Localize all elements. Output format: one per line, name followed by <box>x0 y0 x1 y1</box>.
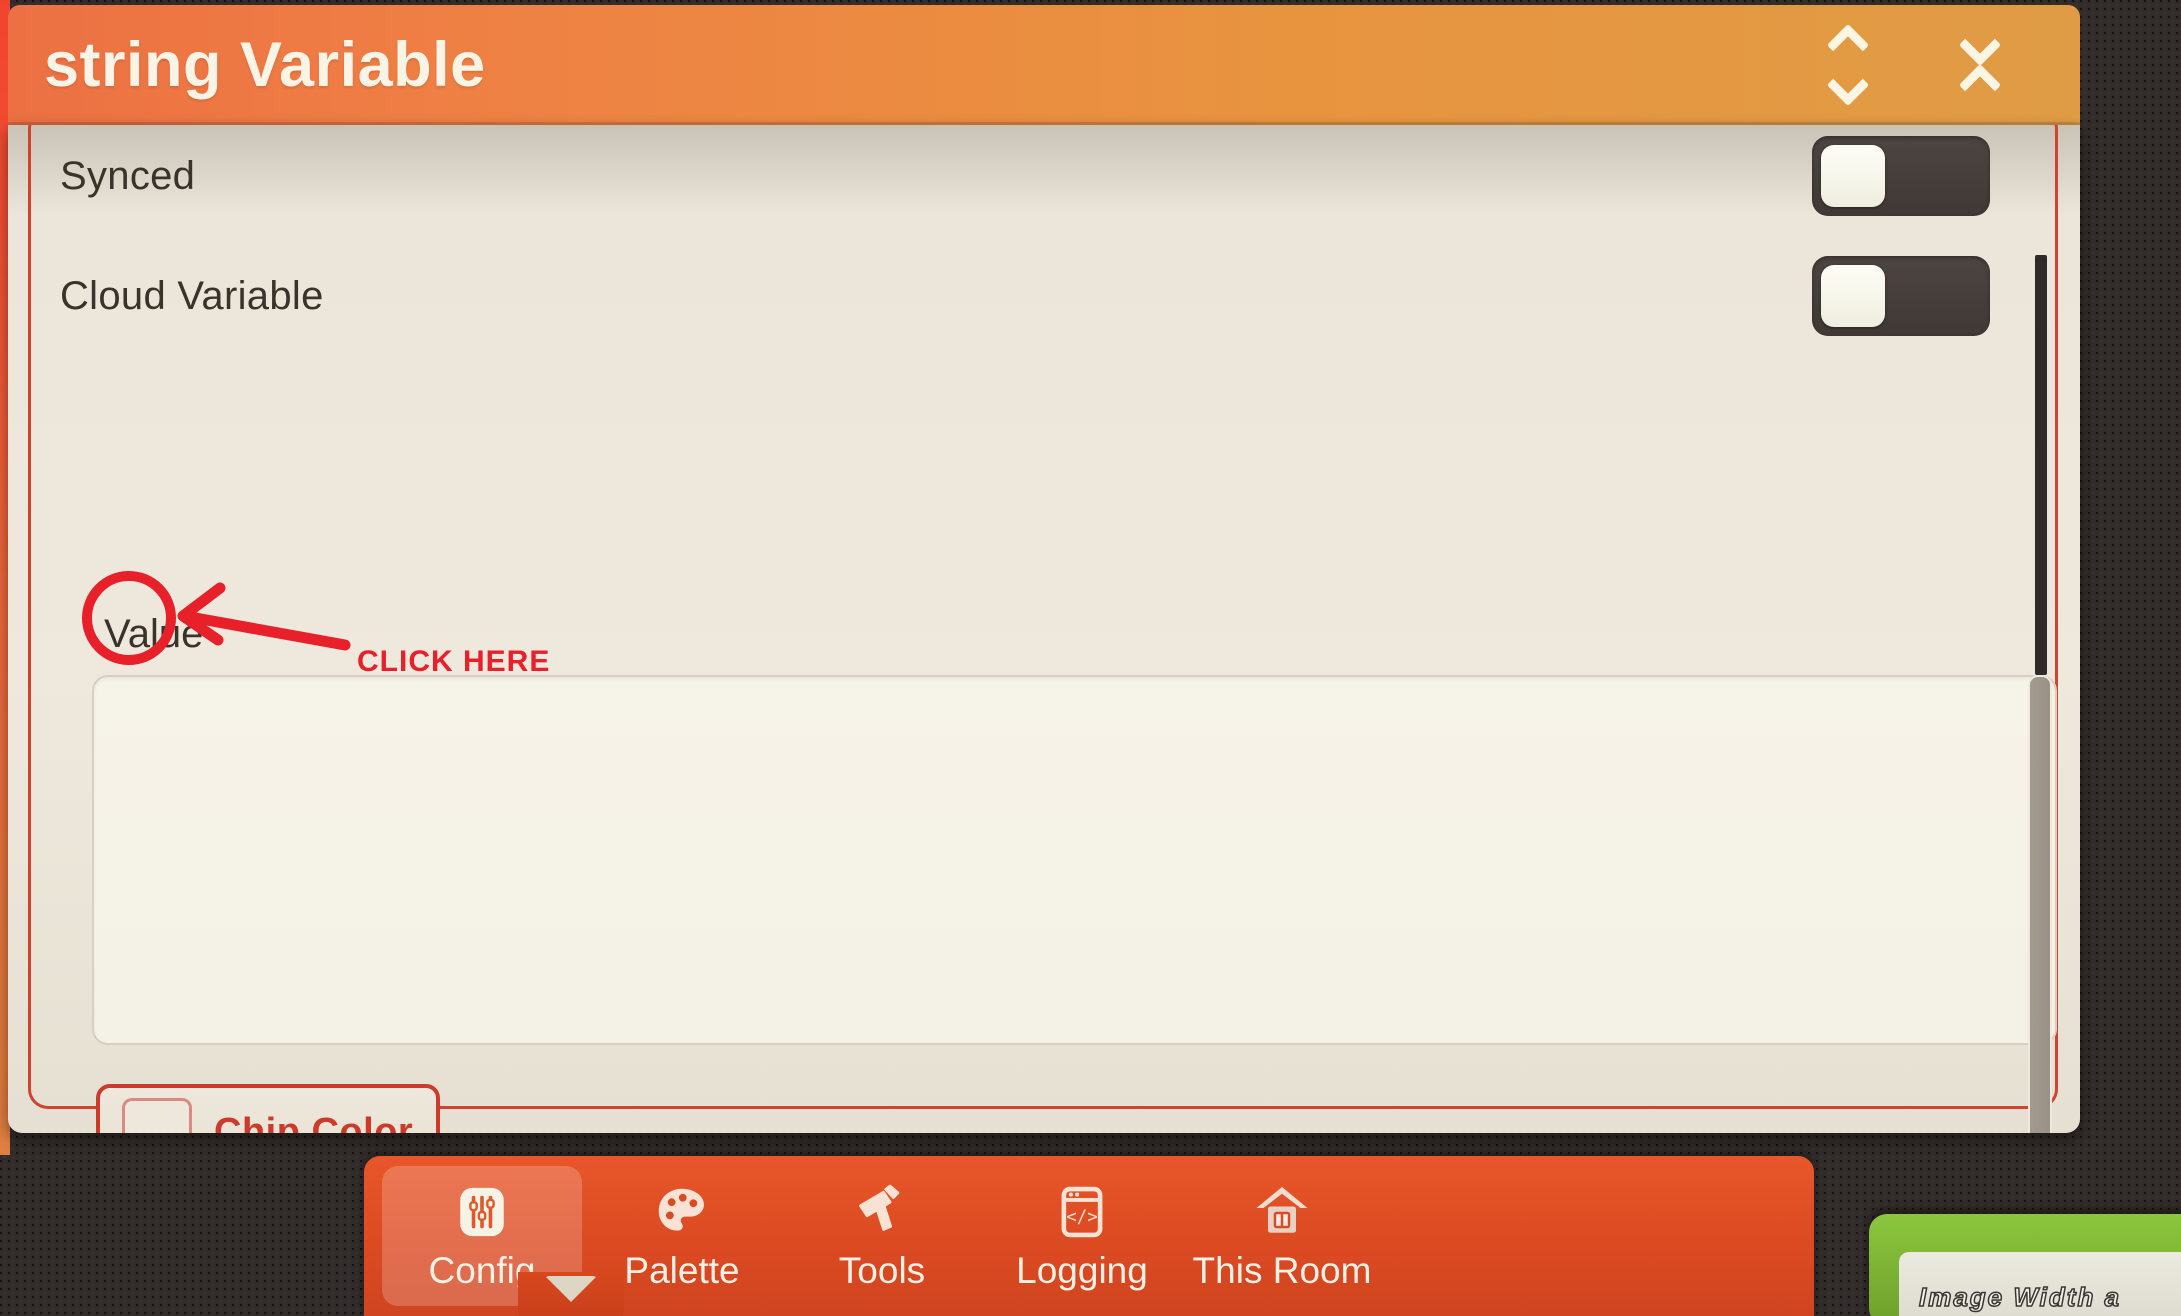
value-textarea[interactable] <box>92 675 2057 1045</box>
label-value: Value <box>104 612 204 656</box>
row-cloud-variable: Cloud Variable <box>60 250 1990 342</box>
window-title: string Variable <box>44 30 486 100</box>
triangle-down-icon <box>545 1276 597 1302</box>
scrollbar-rail <box>2035 255 2047 675</box>
nav-label-logging: Logging <box>1016 1250 1148 1291</box>
panel-content: Synced Cloud Variable Value Chip Color <box>36 125 2057 1133</box>
scrollbar-thumb[interactable] <box>2028 675 2052 1133</box>
vertical-scrollbar[interactable] <box>2028 255 2052 1133</box>
row-synced: Synced <box>60 130 1990 222</box>
tool-gun-icon <box>851 1180 913 1244</box>
chevron-down-icon <box>1958 23 2002 67</box>
toggle-cloud-variable[interactable] <box>1812 256 1990 336</box>
nav-label-tools: Tools <box>838 1250 926 1291</box>
variable-inspector-window: string Variable Synced Cloud Variable Va… <box>0 0 2100 1155</box>
svg-text:</>: </> <box>1066 1208 1097 1228</box>
label-cloud-variable: Cloud Variable <box>60 273 324 318</box>
chip-color-label: Chip Color <box>214 1111 414 1133</box>
chip-color-swatch[interactable] <box>122 1097 192 1133</box>
screen-root: Delay (s) After Delay Image Width a stri… <box>0 0 2181 1316</box>
window-titlebar: string Variable <box>8 5 2080 125</box>
chevron-up-icon <box>1826 23 1870 67</box>
expand-chevrons-icon[interactable] <box>1808 23 1888 107</box>
chevron-up-icon <box>1958 63 2002 107</box>
nav-label-this-room: This Room <box>1192 1250 1372 1291</box>
palette-icon <box>651 1180 713 1244</box>
label-synced: Synced <box>60 153 196 198</box>
nav-label-palette: Palette <box>624 1250 740 1291</box>
chip-color-button[interactable]: Chip Color <box>96 1084 440 1133</box>
green-card-body: Image Width a <box>1899 1252 2181 1316</box>
sliders-icon <box>453 1180 511 1244</box>
titlebar-actions <box>1808 23 2020 107</box>
toggle-knob <box>1821 145 1885 207</box>
toggle-knob <box>1821 265 1885 327</box>
nav-item-this-room[interactable]: This Room <box>1182 1166 1382 1306</box>
toggle-synced[interactable] <box>1812 136 1990 216</box>
collapse-chevrons-icon[interactable] <box>1940 23 2020 107</box>
chevron-down-icon <box>1826 63 1870 107</box>
house-icon <box>1252 1180 1312 1244</box>
config-panel: Synced Cloud Variable Value Chip Color <box>8 125 2080 1133</box>
nav-collapse-tab[interactable] <box>518 1272 624 1316</box>
nav-item-tools[interactable]: Tools <box>782 1166 982 1306</box>
background-green-card: Image Width a <box>1869 1214 2181 1316</box>
green-card-label: Image Width a <box>1918 1281 2122 1313</box>
code-window-icon: </> <box>1053 1180 1111 1244</box>
nav-item-logging[interactable]: </> Logging <box>982 1166 1182 1306</box>
